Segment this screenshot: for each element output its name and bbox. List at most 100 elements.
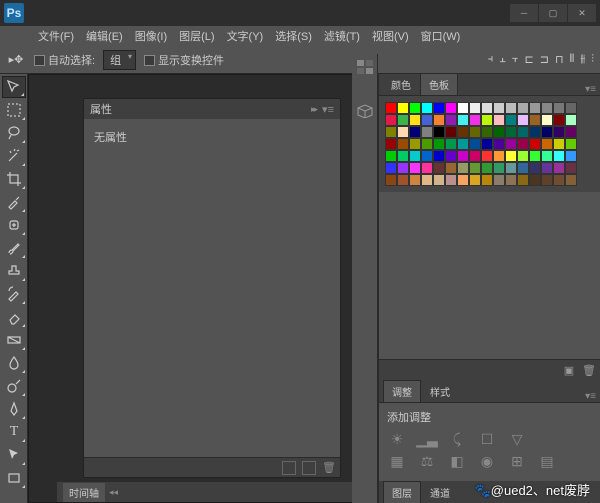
color-swatch[interactable] <box>493 150 505 162</box>
color-swatch[interactable] <box>481 150 493 162</box>
color-swatch[interactable] <box>505 162 517 174</box>
balance-icon[interactable]: ⚖ <box>417 453 437 469</box>
color-swatch[interactable] <box>493 102 505 114</box>
color-swatch[interactable] <box>385 138 397 150</box>
color-swatch[interactable] <box>385 114 397 126</box>
color-swatch[interactable] <box>385 174 397 186</box>
color-swatch[interactable] <box>445 150 457 162</box>
color-swatch[interactable] <box>445 162 457 174</box>
color-swatch[interactable] <box>529 126 541 138</box>
color-swatch[interactable] <box>517 126 529 138</box>
color-swatch[interactable] <box>541 162 553 174</box>
panel-header[interactable]: 属性 ▸▸ ▾≡ <box>84 99 340 119</box>
dodge-tool[interactable] <box>2 375 26 397</box>
blur-tool[interactable] <box>2 352 26 374</box>
color-swatch[interactable] <box>433 114 445 126</box>
color-swatch[interactable] <box>433 102 445 114</box>
color-swatch[interactable] <box>505 114 517 126</box>
color-swatch[interactable] <box>445 114 457 126</box>
collapse-icon[interactable]: ▸▸ <box>311 104 316 115</box>
color-swatch[interactable] <box>457 162 469 174</box>
color-swatch[interactable] <box>421 162 433 174</box>
color-swatch[interactable] <box>469 102 481 114</box>
color-swatch[interactable] <box>481 162 493 174</box>
swatches-dock-icon[interactable] <box>355 58 375 76</box>
color-swatch[interactable] <box>553 114 565 126</box>
color-swatch[interactable] <box>505 102 517 114</box>
brightness-icon[interactable]: ☀ <box>387 431 407 447</box>
color-swatch[interactable] <box>385 102 397 114</box>
menu-layer[interactable]: 图层(L) <box>175 26 218 46</box>
rectangle-tool[interactable] <box>2 467 26 489</box>
color-swatch[interactable] <box>517 174 529 186</box>
color-swatch[interactable] <box>457 114 469 126</box>
color-swatch[interactable] <box>445 102 457 114</box>
color-swatch[interactable] <box>529 174 541 186</box>
move-tool[interactable] <box>2 76 26 98</box>
collapse-icon[interactable]: ◂◂ <box>109 487 118 498</box>
panel-menu-icon[interactable]: ▾≡ <box>585 391 596 402</box>
menu-file[interactable]: 文件(F) <box>34 26 78 46</box>
checkbox-icon[interactable] <box>144 55 155 66</box>
color-swatch[interactable] <box>505 174 517 186</box>
target-select[interactable]: 组 <box>103 50 136 70</box>
hue-icon[interactable]: ▦ <box>387 453 407 469</box>
color-swatch[interactable] <box>541 102 553 114</box>
color-swatch[interactable] <box>409 138 421 150</box>
color-swatch[interactable] <box>433 174 445 186</box>
color-swatch[interactable] <box>433 162 445 174</box>
distribute-icon[interactable]: ⫶ <box>591 53 594 66</box>
type-tool[interactable]: T <box>2 421 26 443</box>
menu-filter[interactable]: 滤镜(T) <box>320 26 364 46</box>
color-swatch[interactable] <box>397 138 409 150</box>
clip-icon[interactable] <box>282 461 296 475</box>
color-swatch[interactable] <box>385 126 397 138</box>
checkbox-icon[interactable] <box>34 55 45 66</box>
color-swatch[interactable] <box>409 114 421 126</box>
align-icon[interactable]: ⊏ <box>525 53 534 66</box>
stamp-tool[interactable] <box>2 260 26 282</box>
color-swatch[interactable] <box>421 150 433 162</box>
align-icon[interactable]: ⫠ <box>499 53 506 66</box>
color-swatch[interactable] <box>553 138 565 150</box>
color-swatch[interactable] <box>397 102 409 114</box>
exposure-icon[interactable]: ☐ <box>477 431 497 447</box>
color-swatch[interactable] <box>385 162 397 174</box>
minimize-button[interactable]: ─ <box>510 4 538 22</box>
bw-icon[interactable]: ◧ <box>447 453 467 469</box>
color-swatch[interactable] <box>469 114 481 126</box>
color-swatch[interactable] <box>433 126 445 138</box>
crop-tool[interactable] <box>2 168 26 190</box>
color-swatch[interactable] <box>565 102 577 114</box>
color-swatch[interactable] <box>409 174 421 186</box>
color-swatch[interactable] <box>457 138 469 150</box>
color-swatch[interactable] <box>529 150 541 162</box>
show-transform-option[interactable]: 显示变换控件 <box>144 52 224 68</box>
color-swatch[interactable] <box>541 138 553 150</box>
color-swatch[interactable] <box>517 150 529 162</box>
color-swatch[interactable] <box>409 126 421 138</box>
color-swatch[interactable] <box>553 102 565 114</box>
color-swatch[interactable] <box>469 174 481 186</box>
color-swatch[interactable] <box>457 102 469 114</box>
color-swatch[interactable] <box>397 126 409 138</box>
tab-styles[interactable]: 样式 <box>422 381 458 402</box>
color-swatch[interactable] <box>397 150 409 162</box>
curves-icon[interactable]: ⤹ <box>447 431 467 447</box>
color-swatch[interactable] <box>457 126 469 138</box>
menu-type[interactable]: 文字(Y) <box>223 26 268 46</box>
color-swatch[interactable] <box>397 174 409 186</box>
vibrance-icon[interactable]: ▽ <box>507 431 527 447</box>
eraser-tool[interactable] <box>2 306 26 328</box>
mixer-icon[interactable]: ⊞ <box>507 453 527 469</box>
color-swatch[interactable] <box>409 150 421 162</box>
panel-menu-icon[interactable]: ▾≡ <box>585 84 596 95</box>
color-swatch[interactable] <box>529 114 541 126</box>
distribute-icon[interactable]: ⫴ <box>570 53 575 66</box>
menu-select[interactable]: 选择(S) <box>271 26 316 46</box>
color-swatch[interactable] <box>445 174 457 186</box>
color-swatch[interactable] <box>517 102 529 114</box>
levels-icon[interactable]: ▁▃ <box>417 431 437 447</box>
healing-tool[interactable] <box>2 214 26 236</box>
color-swatch[interactable] <box>541 114 553 126</box>
